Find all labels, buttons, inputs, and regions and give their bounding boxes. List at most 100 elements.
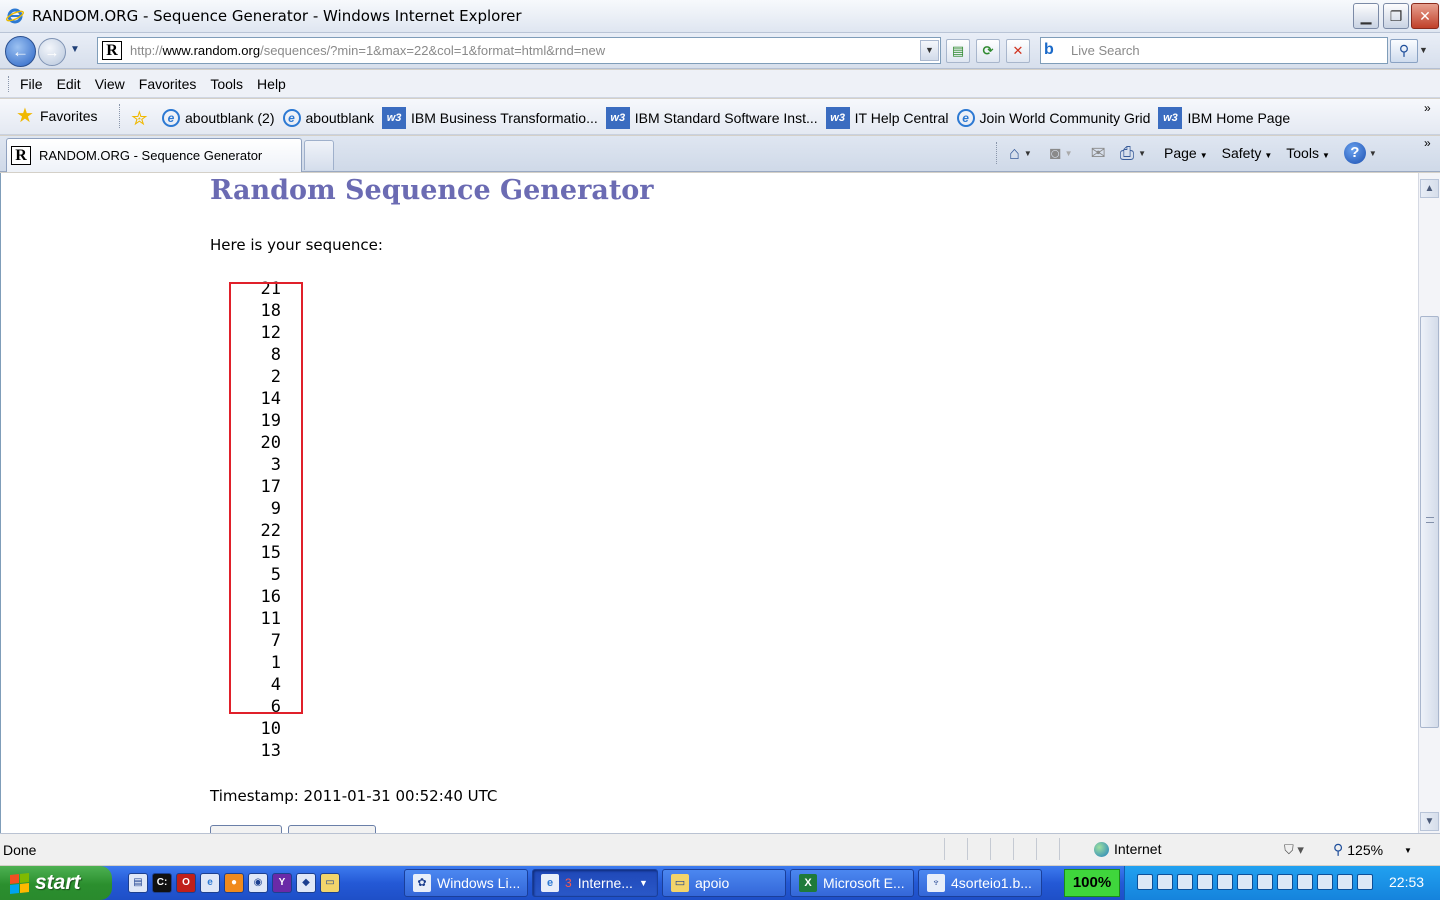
menu-view[interactable]: View <box>95 76 125 92</box>
quicklaunch-cmd-icon[interactable]: C: <box>152 873 172 893</box>
address-bar[interactable]: R http://www.random.org/sequences/?min=1… <box>97 37 941 64</box>
antivirus-icon[interactable] <box>1277 874 1293 890</box>
quicklaunch-folder-icon[interactable]: ▭ <box>320 873 340 893</box>
fav-link-ibm-business-transformation[interactable]: w3 IBM Business Transformatio... <box>382 107 598 129</box>
new-tab-button[interactable] <box>304 140 334 170</box>
scroll-down-button[interactable]: ▼ <box>1420 812 1439 831</box>
display-icon[interactable] <box>1297 874 1313 890</box>
compatibility-view-button[interactable]: ▤ <box>946 39 970 63</box>
power-plug-icon[interactable] <box>1137 874 1153 890</box>
menu-tools[interactable]: Tools <box>210 76 243 92</box>
url-host: www.random.org <box>162 43 261 58</box>
sequence-item: 14 <box>260 389 281 409</box>
network-icon[interactable] <box>1177 874 1193 890</box>
feeds-dropdown[interactable]: ▼ <box>1065 149 1073 158</box>
fav-link-ibm-standard-software[interactable]: w3 IBM Standard Software Inst... <box>605 107 818 129</box>
task-internet-explorer[interactable]: e 3 Interne... ▼ <box>532 869 658 897</box>
menu-file[interactable]: File <box>20 76 43 92</box>
tray-app5-icon[interactable] <box>1357 874 1373 890</box>
scroll-thumb[interactable] <box>1420 316 1439 728</box>
read-mail-icon[interactable]: ✉ <box>1091 143 1106 164</box>
sequence-item: 21 <box>260 279 281 299</box>
chevron-down-icon: ▼ <box>70 44 80 55</box>
quicklaunch-app2-icon[interactable]: ◉ <box>248 873 268 893</box>
fav-link-aboutblank[interactable]: e aboutblank <box>282 109 374 127</box>
refresh-button[interactable]: ⟳ <box>976 39 1000 63</box>
forward-button[interactable]: → <box>38 38 66 66</box>
task-sorteio-file[interactable]: ♆ 4sorteio1.b... <box>918 869 1042 897</box>
again-button[interactable] <box>210 825 282 833</box>
fav-link-label: IBM Business Transformatio... <box>411 110 598 126</box>
quicklaunch-app-icon[interactable]: O <box>176 873 196 893</box>
menu-help[interactable]: Help <box>257 76 286 92</box>
tray-app2-icon[interactable] <box>1197 874 1213 890</box>
protected-mode-button[interactable]: ⛉ ▾ <box>1284 842 1304 858</box>
tools-menu[interactable]: Tools ▼ <box>1286 145 1330 161</box>
quicklaunch-app3-icon[interactable]: ◆ <box>296 873 316 893</box>
fav-link-world-community-grid[interactable]: e Join World Community Grid <box>956 109 1150 127</box>
window-title-bar[interactable]: RANDOM.ORG - Sequence Generator - Window… <box>0 0 1440 33</box>
task-windows-live[interactable]: ✿ Windows Li... <box>404 869 528 897</box>
w3-icon: w3 <box>605 107 630 129</box>
quicklaunch-ie-icon[interactable]: e <box>200 873 220 893</box>
quicklaunch-firefox-icon[interactable]: ● <box>224 873 244 893</box>
zoom-button[interactable]: ⚲ 125% <box>1333 841 1383 858</box>
command-bar-overflow-button[interactable]: » <box>1424 136 1431 150</box>
history-dropdown[interactable]: ▼ <box>70 44 80 55</box>
page-menu[interactable]: Page ▼ <box>1164 145 1208 161</box>
print-icon[interactable]: ⎙ <box>1120 143 1134 164</box>
add-to-favorites-bar-button[interactable]: ✮ <box>131 106 148 131</box>
address-dropdown-button[interactable]: ▼ <box>920 40 939 61</box>
favorites-button[interactable]: ★ Favorites <box>16 106 98 126</box>
fav-link-aboutblank-2[interactable]: e aboutblank (2) <box>162 109 275 127</box>
search-options-dropdown[interactable]: ▼ <box>1419 45 1428 55</box>
close-button[interactable]: ✕ <box>1411 3 1439 29</box>
fav-link-it-help-central[interactable]: w3 IT Help Central <box>825 107 949 129</box>
menu-favorites[interactable]: Favorites <box>139 76 197 92</box>
vertical-scrollbar[interactable]: ▲ ▼ <box>1418 173 1440 833</box>
tray-app3-icon[interactable] <box>1237 874 1253 890</box>
task-microsoft-excel[interactable]: X Microsoft E... <box>790 869 914 897</box>
help-icon[interactable]: ? <box>1343 142 1366 164</box>
tab-random-org[interactable]: R RANDOM.ORG - Sequence Generator <box>6 138 302 172</box>
go-back-button[interactable] <box>288 825 376 833</box>
sequence-item: 13 <box>260 741 281 761</box>
battery-percentage[interactable]: 100% <box>1064 869 1120 897</box>
back-button[interactable]: ← <box>5 36 36 67</box>
security-zone[interactable]: Internet <box>1094 841 1161 857</box>
print-dropdown[interactable]: ▼ <box>1138 149 1146 158</box>
bluetooth-icon[interactable] <box>1257 874 1273 890</box>
sequence-item: 10 <box>260 719 281 739</box>
tray-app4-icon[interactable] <box>1317 874 1333 890</box>
tray-app-icon[interactable] <box>1157 874 1173 890</box>
home-dropdown[interactable]: ▼ <box>1024 149 1032 158</box>
toolbar-grip[interactable] <box>8 76 11 92</box>
w3-icon: w3 <box>382 107 407 129</box>
quicklaunch-notepad-icon[interactable]: ▤ <box>128 873 148 893</box>
task-apoio-folder[interactable]: ▭ apoio <box>662 869 786 897</box>
taskbar: start ▤ C: O e ● ◉ Y ◆ ▭ ✿ Windows Li...… <box>0 866 1440 900</box>
maximize-button[interactable]: ❐ <box>1383 3 1409 29</box>
help-dropdown[interactable]: ▼ <box>1369 149 1377 158</box>
minimize-button[interactable]: ▁ <box>1353 3 1379 29</box>
search-input[interactable]: b Live Search <box>1040 37 1388 64</box>
sequence-item: 6 <box>270 697 281 717</box>
sequence-intro: Here is your sequence: <box>210 236 383 254</box>
menu-edit[interactable]: Edit <box>57 76 81 92</box>
scroll-up-button[interactable]: ▲ <box>1420 179 1439 198</box>
fav-link-ibm-home-page[interactable]: w3 IBM Home Page <box>1158 107 1290 129</box>
security-icon[interactable] <box>1217 874 1233 890</box>
safety-menu[interactable]: Safety ▼ <box>1222 145 1273 161</box>
home-icon[interactable]: ⌂ <box>1009 143 1020 164</box>
start-button[interactable]: start <box>0 866 112 900</box>
rss-feed-icon[interactable]: ◙ <box>1050 143 1061 164</box>
search-button[interactable]: ⚲ <box>1390 39 1418 63</box>
volume-icon[interactable] <box>1337 874 1353 890</box>
site-favicon-icon: R <box>102 41 122 60</box>
zoom-dropdown[interactable]: ▼ <box>1404 846 1412 855</box>
stop-button[interactable]: ✕ <box>1006 39 1030 63</box>
favorites-overflow-button[interactable]: » <box>1424 101 1431 115</box>
address-url[interactable]: http://www.random.org/sequences/?min=1&m… <box>130 43 605 58</box>
clock[interactable]: 22:53 <box>1389 874 1424 890</box>
quicklaunch-yahoo-icon[interactable]: Y <box>272 873 292 893</box>
